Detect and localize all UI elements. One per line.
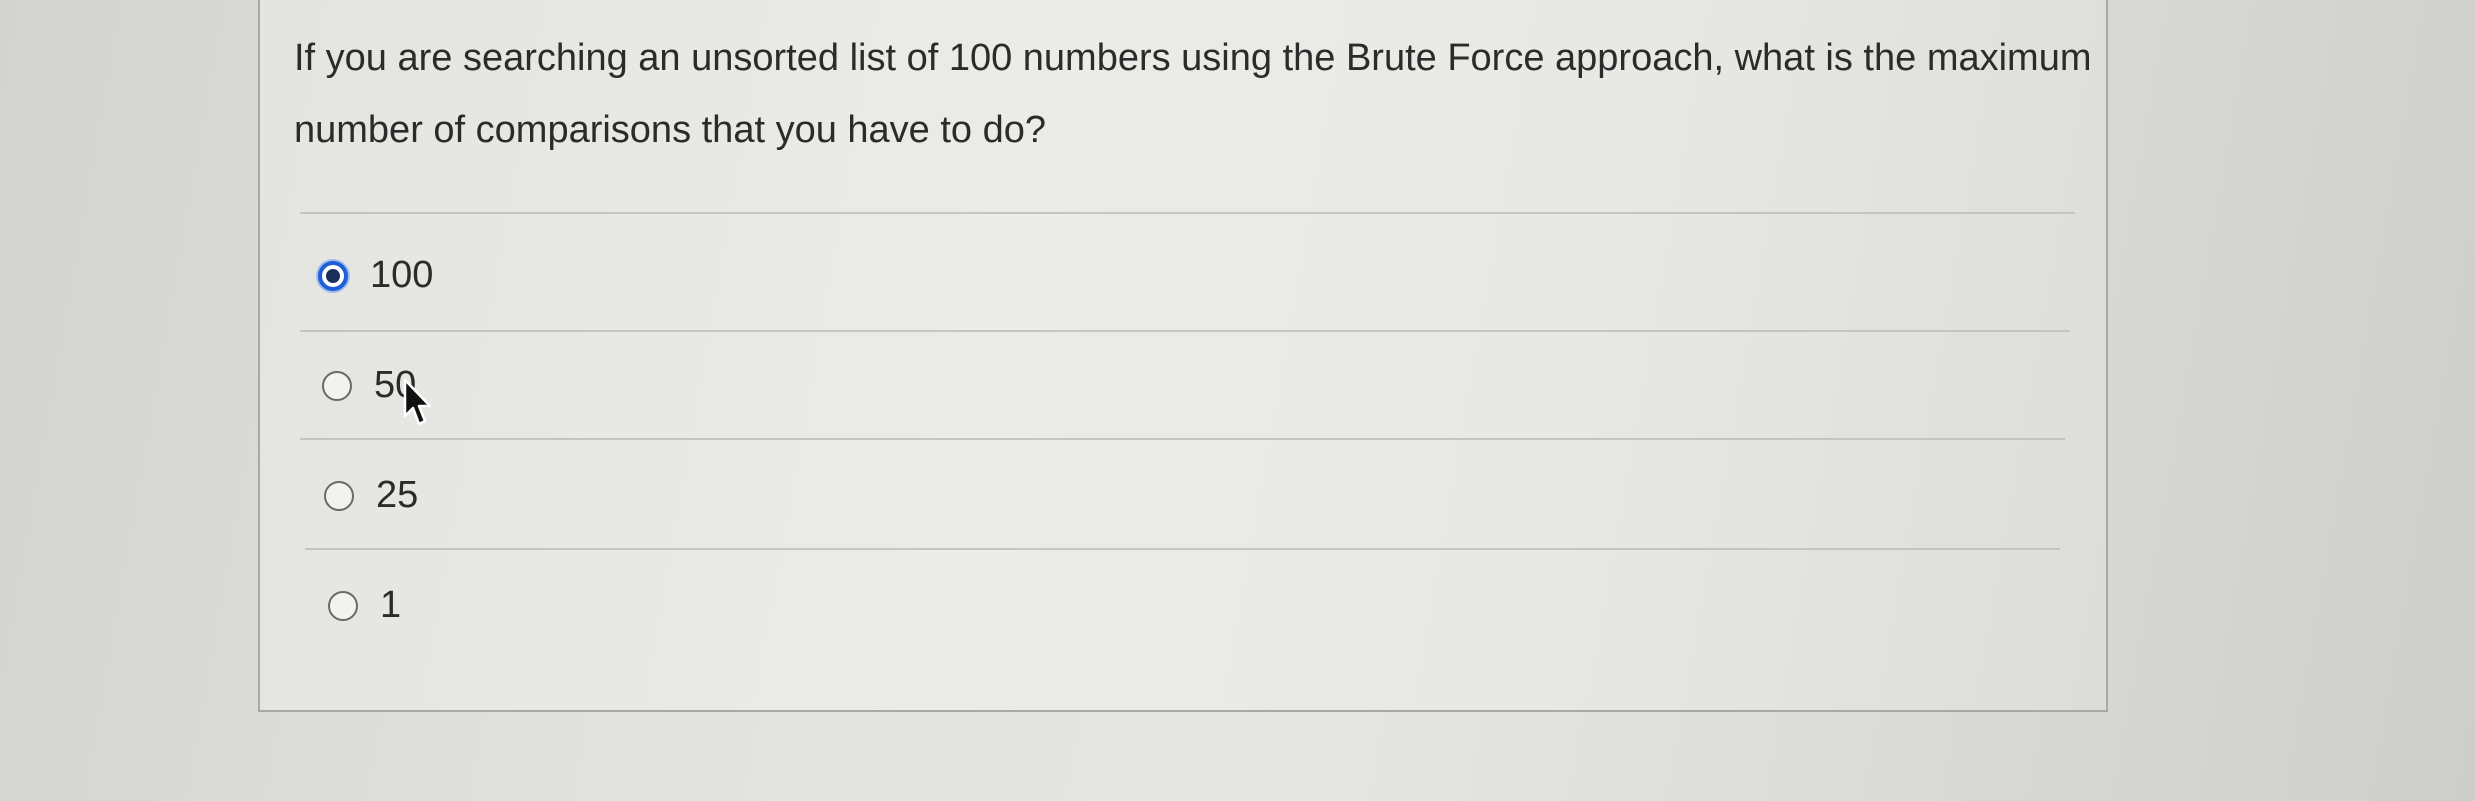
radio-button[interactable] — [322, 370, 352, 401]
radio-button[interactable] — [328, 590, 358, 621]
divider — [300, 438, 2065, 440]
option-100[interactable]: 100 — [318, 254, 433, 297]
option-label: 25 — [376, 474, 419, 516]
radio-button[interactable] — [324, 480, 354, 511]
option-25[interactable]: 25 — [324, 474, 418, 517]
divider — [300, 330, 2070, 332]
arrow-cursor-icon — [403, 378, 432, 426]
option-1[interactable]: 1 — [328, 584, 401, 627]
option-label: 1 — [380, 584, 402, 626]
divider — [300, 212, 2075, 214]
option-label: 100 — [370, 254, 434, 296]
divider — [305, 548, 2060, 550]
radio-button-selected[interactable] — [318, 260, 348, 291]
question-text: If you are searching an unsorted list of… — [294, 37, 2092, 151]
